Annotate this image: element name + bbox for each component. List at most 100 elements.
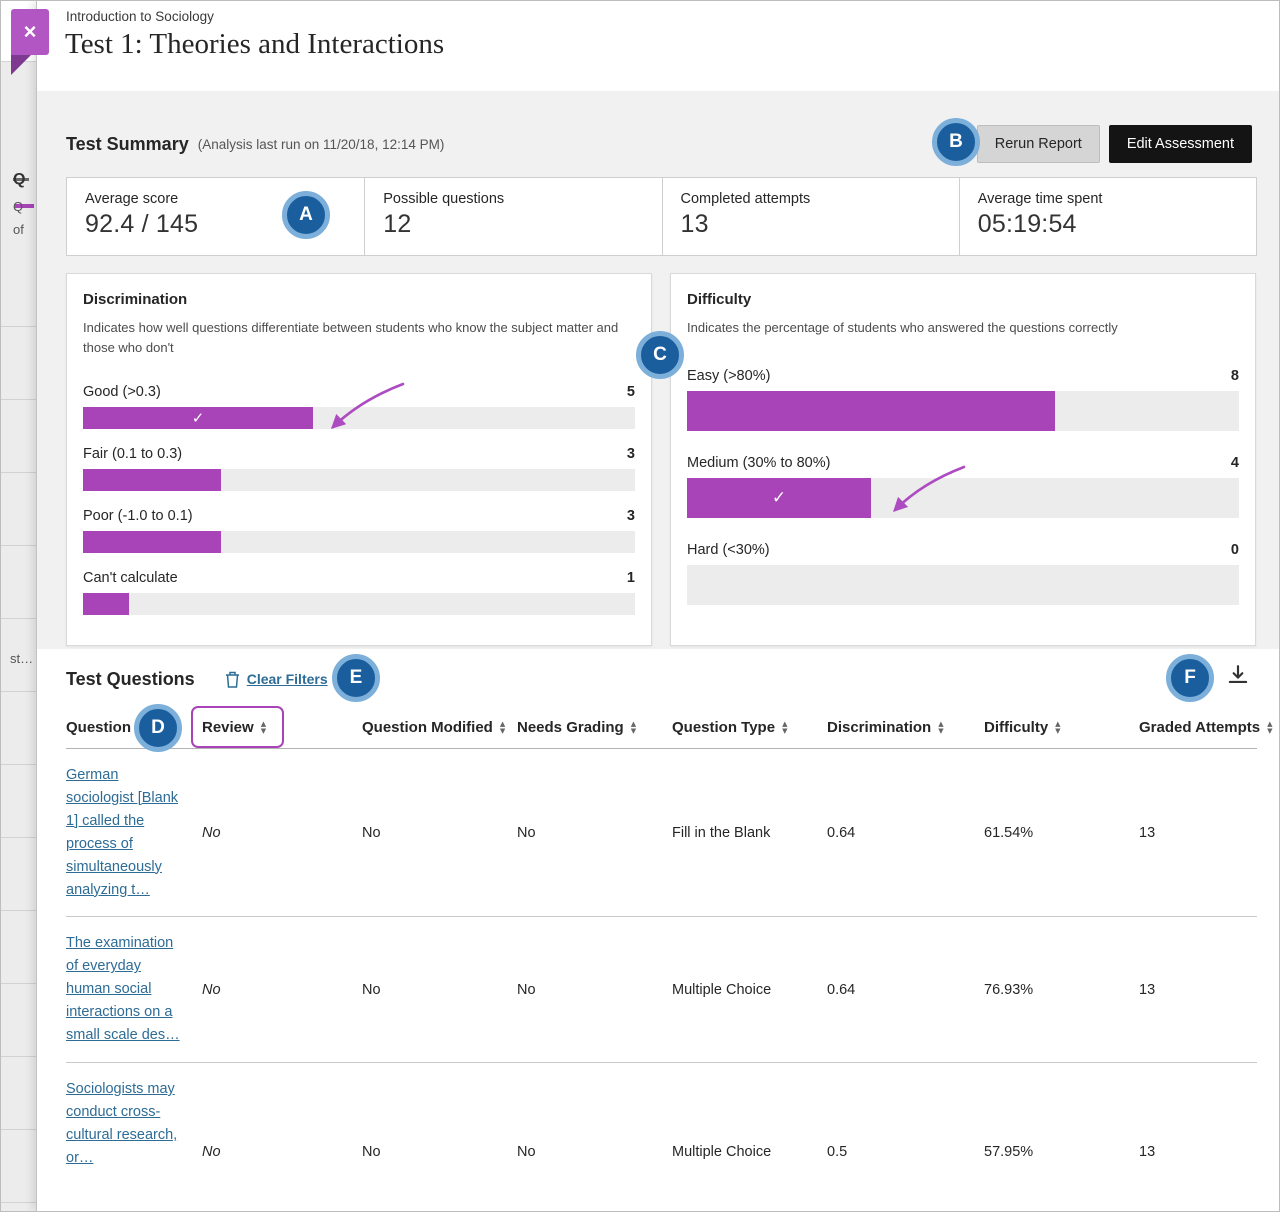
difficulty-title: Difficulty bbox=[687, 291, 1239, 308]
questions-table: Question ▲▼ Review ▲▼ Question Modified … bbox=[66, 707, 1257, 1212]
column-header-difficulty[interactable]: Difficulty ▲▼ bbox=[984, 719, 1139, 736]
table-header-row: Question ▲▼ Review ▲▼ Question Modified … bbox=[66, 707, 1257, 749]
sort-icon: ▲▼ bbox=[782, 721, 787, 735]
annotation-badge-a: A bbox=[282, 191, 330, 239]
discrimination-card: Discrimination Indicates how well questi… bbox=[66, 273, 652, 646]
sort-icon: ▲▼ bbox=[938, 721, 943, 735]
question-type-cell: Multiple Choice bbox=[672, 1144, 827, 1160]
needs-grading-cell: No bbox=[517, 825, 672, 841]
trash-icon bbox=[225, 671, 240, 688]
bar-track bbox=[687, 565, 1239, 605]
stat-label: Average time spent bbox=[978, 191, 1238, 207]
bar-count: 4 bbox=[1231, 455, 1239, 471]
question-link[interactable]: Sociologists may conduct cross-cultural … bbox=[66, 1081, 177, 1166]
page-title: Test 1: Theories and Interactions bbox=[65, 28, 444, 61]
test-questions-section: Test Questions Clear Filters bbox=[37, 649, 1279, 1211]
discrimination-description: Indicates how well questions differentia… bbox=[83, 318, 635, 357]
column-header-question-modified[interactable]: Question Modified ▲▼ bbox=[362, 719, 517, 736]
difficulty-card: Difficulty Indicates the percentage of s… bbox=[670, 273, 1256, 646]
sort-down-icon: ▼ bbox=[631, 728, 636, 735]
question-type-cell: Multiple Choice bbox=[672, 982, 827, 998]
stat-label: Completed attempts bbox=[681, 191, 941, 207]
bar-track: ✓ bbox=[83, 407, 635, 429]
sort-down-icon: ▼ bbox=[938, 728, 943, 735]
test-analysis-panel: Introduction to Sociology Test 1: Theori… bbox=[36, 1, 1279, 1211]
download-report-button[interactable] bbox=[1223, 662, 1253, 692]
needs-grading-cell: No bbox=[517, 1144, 672, 1160]
stat-completed-attempts: Completed attempts 13 bbox=[662, 178, 959, 255]
bar-row-fair: Fair (0.1 to 0.3) 3 bbox=[83, 446, 635, 491]
checkmark-icon: ✓ bbox=[772, 488, 786, 508]
edit-assessment-button[interactable]: Edit Assessment bbox=[1109, 125, 1252, 163]
annotation-badge-e: E bbox=[332, 654, 380, 702]
bar-track bbox=[83, 593, 635, 615]
bar-row-good: Good (>0.3) 5 ✓ bbox=[83, 384, 635, 429]
summary-header-row: Test Summary (Analysis last run on 11/20… bbox=[66, 124, 1252, 164]
column-header-needs-grading[interactable]: Needs Grading ▲▼ bbox=[517, 719, 672, 736]
column-header-question-type[interactable]: Question Type ▲▼ bbox=[672, 719, 827, 736]
background-fragment: st… bbox=[10, 651, 33, 666]
bar-fill: ✓ bbox=[83, 407, 313, 429]
questions-heading: Test Questions bbox=[66, 669, 195, 690]
question-modified-cell: No bbox=[362, 1144, 517, 1160]
stat-label: Possible questions bbox=[383, 191, 643, 207]
sort-down-icon: ▼ bbox=[1267, 728, 1272, 735]
sort-down-icon: ▼ bbox=[500, 728, 505, 735]
bar-track bbox=[83, 531, 635, 553]
rerun-report-button[interactable]: Rerun Report bbox=[977, 125, 1100, 163]
close-icon: × bbox=[24, 19, 37, 45]
table-row: Sociologists may conduct cross-cultural … bbox=[66, 1063, 1257, 1212]
column-header-review[interactable]: Review ▲▼ bbox=[202, 719, 362, 736]
discrimination-cell: 0.64 bbox=[827, 982, 984, 998]
difficulty-cell: 61.54% bbox=[984, 825, 1139, 841]
stat-value: 13 bbox=[681, 210, 941, 239]
review-cell: No bbox=[202, 825, 362, 841]
bar-label: Can't calculate bbox=[83, 570, 178, 586]
question-cell: Sociologists may conduct cross-cultural … bbox=[66, 1063, 202, 1185]
sort-icon: ▲▼ bbox=[500, 721, 505, 735]
screenshot-root: Q Q of st… Introduction to Sociology Tes… bbox=[0, 0, 1280, 1212]
background-page: Q Q of st… bbox=[1, 1, 36, 1211]
clear-filters-link[interactable]: Clear Filters bbox=[225, 671, 328, 688]
stat-average-time-spent: Average time spent 05:19:54 bbox=[959, 178, 1256, 255]
question-type-cell: Fill in the Blank bbox=[672, 825, 827, 841]
bar-row-cant-calculate: Can't calculate 1 bbox=[83, 570, 635, 615]
annotation-badge-f: F bbox=[1166, 654, 1214, 702]
stat-possible-questions: Possible questions 12 bbox=[364, 178, 661, 255]
bar-fill bbox=[83, 593, 129, 615]
stat-value: 12 bbox=[383, 210, 643, 239]
close-button[interactable]: × bbox=[11, 9, 49, 55]
checkmark-icon: ✓ bbox=[192, 409, 205, 427]
difficulty-description: Indicates the percentage of students who… bbox=[687, 318, 1239, 338]
bar-track: ✓ bbox=[687, 478, 1239, 518]
bar-fill bbox=[83, 531, 221, 553]
analysis-timestamp: (Analysis last run on 11/20/18, 12:14 PM… bbox=[198, 137, 445, 152]
column-header-graded-attempts[interactable]: Graded Attempts ▲▼ bbox=[1139, 719, 1273, 736]
question-link[interactable]: German sociologist [Blank 1] called the … bbox=[66, 767, 178, 898]
bar-count: 0 bbox=[1231, 542, 1239, 558]
needs-grading-cell: No bbox=[517, 982, 672, 998]
column-header-discrimination[interactable]: Discrimination ▲▼ bbox=[827, 719, 984, 736]
questions-header-row: Test Questions Clear Filters bbox=[66, 661, 328, 697]
bar-label: Poor (-1.0 to 0.1) bbox=[83, 508, 193, 524]
discrimination-cell: 0.5 bbox=[827, 1144, 984, 1160]
bar-count: 1 bbox=[627, 570, 635, 586]
bar-track bbox=[83, 469, 635, 491]
table-row: The examination of everyday human social… bbox=[66, 917, 1257, 1063]
summary-heading: Test Summary bbox=[66, 134, 189, 155]
bar-count: 8 bbox=[1231, 368, 1239, 384]
graded-attempts-cell: 13 bbox=[1139, 825, 1257, 841]
sort-icon: ▲▼ bbox=[261, 721, 266, 735]
download-icon bbox=[1225, 663, 1251, 689]
bar-fill: ✓ bbox=[687, 478, 871, 518]
question-link[interactable]: The examination of everyday human social… bbox=[66, 935, 180, 1043]
graded-attempts-cell: 13 bbox=[1139, 982, 1257, 998]
sort-down-icon: ▼ bbox=[261, 728, 266, 735]
graded-attempts-cell: 13 bbox=[1139, 1144, 1257, 1160]
bar-label: Good (>0.3) bbox=[83, 384, 161, 400]
bar-row-easy: Easy (>80%) 8 bbox=[687, 368, 1239, 431]
question-modified-cell: No bbox=[362, 825, 517, 841]
bar-label: Medium (30% to 80%) bbox=[687, 455, 830, 471]
bar-fill bbox=[83, 469, 221, 491]
background-row-lines bbox=[1, 326, 36, 1212]
